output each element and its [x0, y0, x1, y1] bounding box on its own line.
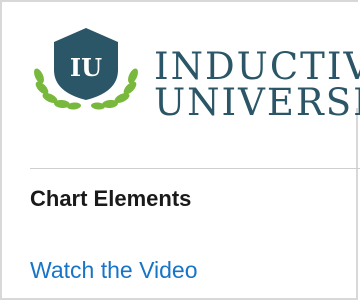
laurel-shield-icon: IU: [34, 28, 138, 110]
logo-wordmark-line2: UNIVERSI: [154, 81, 360, 124]
watch-video-link[interactable]: Watch the Video: [30, 257, 198, 284]
card-right-rule: [356, 108, 358, 298]
section-divider: [30, 168, 360, 169]
section-title: Chart Elements: [30, 186, 192, 211]
svg-text:IU: IU: [70, 53, 102, 82]
content-card: IU INDUCTIV UNIVERSI Chart Elements Watc…: [0, 0, 360, 300]
inductive-university-logo[interactable]: IU INDUCTIV UNIVERSI: [30, 22, 360, 124]
logo-wordmark-line1: INDUCTIV: [154, 45, 360, 88]
